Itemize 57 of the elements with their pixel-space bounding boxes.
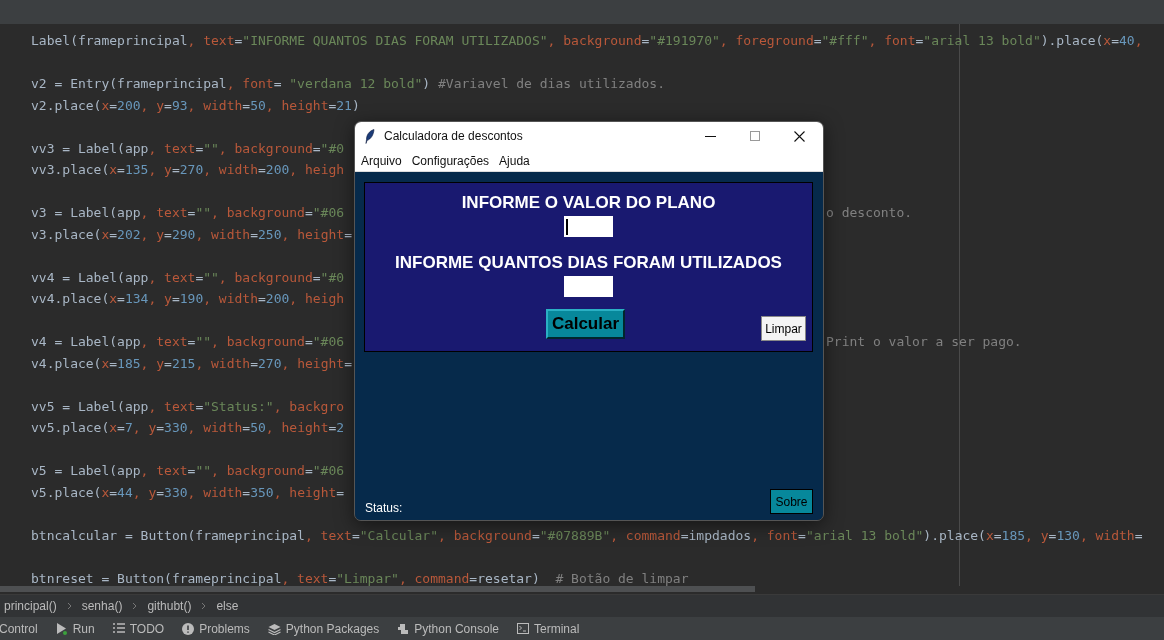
tool-window-button[interactable]: TODO — [112, 621, 165, 636]
list-icon — [112, 623, 125, 634]
layers-icon — [267, 622, 281, 635]
text-cursor — [566, 218, 568, 235]
code-line: vv3 = Label(app, text="", background="#0 — [31, 140, 345, 156]
code-line: v2 = Entry(frameprincipal, font= "verdana 12 bold") #Variavel de dias utilizados. — [31, 76, 665, 91]
code-line: v2.place(x=200, y=93, width=50, height=21) — [31, 97, 360, 113]
tool-window-button[interactable]: Problems — [182, 621, 250, 636]
input-field[interactable] — [564, 276, 613, 297]
code-line: v3 = Label(app, text="", background="#06 — [31, 205, 345, 220]
status-label: Status: — [365, 501, 403, 515]
code-comment: Print o valor a ser pago. — [826, 333, 1022, 351]
code-line: v4 = Label(app, text="", background="#06 — [31, 334, 345, 349]
chevron-icon — [201, 602, 207, 610]
chevron-icon — [66, 602, 72, 610]
code-line: vv5.place(x=7, y=330, width=50, height=2 — [31, 420, 345, 435]
code-line: v4.place(x=185, y=215, width=270, height= — [31, 355, 352, 371]
breadcrumb-item[interactable]: else — [216, 599, 239, 613]
feather-icon — [365, 128, 375, 144]
input-field[interactable] — [564, 216, 613, 237]
scrollbar-thumb[interactable] — [0, 586, 755, 592]
code-line: Label(frameprincipal, text="INFORME QUANTOS DIAS FORAM UTILIZADOS", background="#191970", foreground="#fff", font="arial 13 bold").place(x=40, — [31, 33, 1143, 48]
breadcrumb-item[interactable]: githubt() — [147, 599, 192, 613]
tool-window-button[interactable]: Control — [0, 621, 38, 636]
code-line: vv4 = Label(app, text="", background="#0 — [31, 269, 345, 285]
code-comment: o desconto. — [826, 204, 913, 222]
code-line: vv5 = Label(app, text="Status:", backgro — [31, 398, 345, 414]
window-title: Calculadora de descontos — [384, 129, 523, 143]
about-button[interactable]: Sobre — [770, 489, 813, 514]
exclamation-icon — [182, 622, 195, 635]
code-line: v3.place(x=202, y=290, width=250, height= — [31, 226, 352, 242]
clear-button[interactable]: Limpar — [761, 316, 806, 341]
field-label: INFORME O VALOR DO PLANO — [461, 193, 716, 213]
calculate-button[interactable]: Calcular — [546, 309, 625, 339]
tool-window-button[interactable]: Run — [55, 621, 95, 636]
tool-window-button[interactable]: Python Console — [397, 621, 499, 636]
breadcrumb-item[interactable]: senha() — [81, 599, 123, 613]
field-label: INFORME QUANTOS DIAS FORAM UTILIZADOS — [395, 253, 782, 273]
code-line: vv3.place(x=135, y=270, width=200, heigh — [31, 162, 345, 177]
play-icon — [55, 622, 68, 635]
tool-window-button[interactable]: Terminal — [517, 621, 580, 636]
close-icon[interactable] — [794, 130, 805, 142]
menu-item[interactable]: Arquivo — [361, 153, 402, 168]
menu-item[interactable]: Configurações — [411, 153, 490, 168]
breadcrumb-item[interactable]: principal() — [4, 599, 57, 613]
code-line: btncalcular = Button(frameprincipal, text="Calcular", background="#07889B", command=impdados, font="arial 13 bold").place(x=185, y=130, width= — [31, 527, 1143, 543]
code-line: btnreset = Button(frameprincipal, text="Limpar", command=resetar) # Botão de limpar — [31, 570, 689, 586]
terminal-icon — [517, 623, 529, 634]
python-icon — [397, 622, 410, 635]
tool-window-button[interactable]: Python Packages — [267, 621, 380, 636]
maximize-icon[interactable] — [750, 131, 760, 141]
code-line: v5 = Label(app, text="", background="#06 — [31, 463, 345, 478]
menu-item[interactable]: Ajuda — [499, 153, 530, 168]
code-line: vv4.place(x=134, y=190, width=200, heigh — [31, 291, 345, 306]
minimize-icon[interactable] — [705, 135, 716, 137]
chevron-icon — [132, 602, 138, 610]
code-line: v5.place(x=44, y=330, width=350, height= — [31, 484, 345, 500]
